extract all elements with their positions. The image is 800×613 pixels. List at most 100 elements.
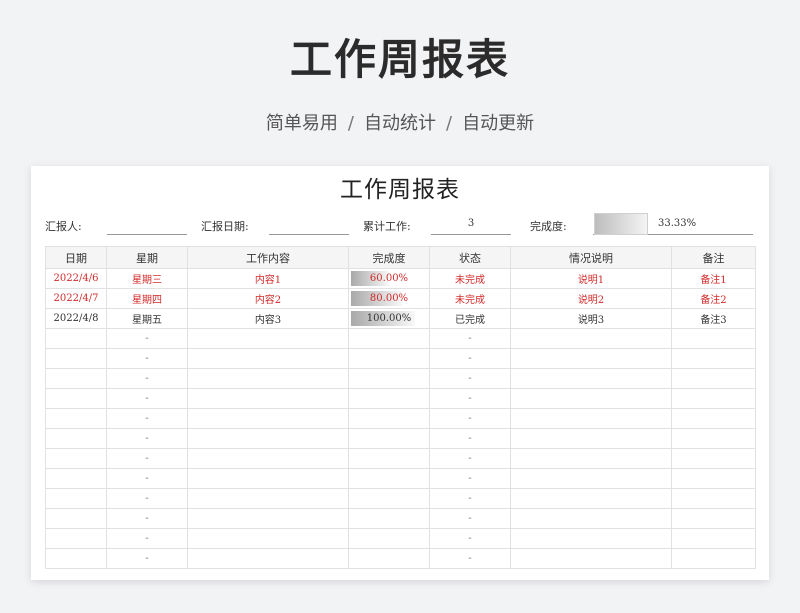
empty-cell[interactable]: - [106,328,188,349]
cell-completion[interactable]: 80.00% [348,288,430,309]
empty-cell[interactable]: - [429,448,511,469]
cell-status[interactable]: 未完成 [429,288,511,309]
empty-cell[interactable] [348,348,430,369]
empty-cell[interactable]: - [106,508,188,529]
empty-cell[interactable] [671,348,756,369]
empty-cell[interactable] [187,488,349,509]
empty-cell[interactable] [348,388,430,409]
total-field[interactable]: 3 [431,214,511,235]
cell-content[interactable]: 内容3 [187,308,349,329]
empty-cell[interactable] [45,488,107,509]
empty-cell[interactable] [187,368,349,389]
empty-cell[interactable]: - [429,408,511,429]
empty-cell[interactable]: - [429,388,511,409]
empty-cell[interactable] [45,548,107,569]
cell-note[interactable]: 备注2 [671,288,756,309]
empty-cell[interactable] [348,528,430,549]
empty-cell[interactable]: - [429,508,511,529]
empty-cell[interactable] [671,448,756,469]
empty-cell[interactable] [671,508,756,529]
empty-cell[interactable] [510,448,672,469]
empty-cell[interactable] [45,508,107,529]
empty-cell[interactable]: - [106,428,188,449]
empty-cell[interactable] [45,428,107,449]
cell-weekday[interactable]: 星期五 [106,308,188,329]
empty-cell[interactable] [510,548,672,569]
empty-cell[interactable] [187,448,349,469]
empty-cell[interactable]: - [429,368,511,389]
cell-description[interactable]: 说明1 [510,268,672,289]
empty-cell[interactable] [510,508,672,529]
cell-note[interactable]: 备注1 [671,268,756,289]
empty-cell[interactable]: - [106,408,188,429]
empty-cell[interactable] [187,428,349,449]
empty-cell[interactable] [187,388,349,409]
empty-cell[interactable]: - [106,348,188,369]
empty-cell[interactable] [45,388,107,409]
empty-cell[interactable] [671,548,756,569]
empty-cell[interactable] [348,408,430,429]
cell-completion[interactable]: 100.00% [348,308,430,329]
empty-cell[interactable]: - [429,528,511,549]
empty-cell[interactable] [348,328,430,349]
empty-cell[interactable]: - [429,348,511,369]
empty-cell[interactable] [671,388,756,409]
empty-cell[interactable]: - [106,528,188,549]
empty-cell[interactable] [510,388,672,409]
empty-cell[interactable] [510,468,672,489]
empty-cell[interactable]: - [106,488,188,509]
cell-status[interactable]: 未完成 [429,268,511,289]
cell-status[interactable]: 已完成 [429,308,511,329]
empty-cell[interactable]: - [106,368,188,389]
empty-cell[interactable] [45,368,107,389]
empty-cell[interactable] [510,328,672,349]
empty-cell[interactable] [348,368,430,389]
cell-description[interactable]: 说明3 [510,308,672,329]
empty-cell[interactable] [187,348,349,369]
empty-cell[interactable] [45,348,107,369]
empty-cell[interactable]: - [429,488,511,509]
empty-cell[interactable] [187,408,349,429]
empty-cell[interactable] [510,488,672,509]
empty-cell[interactable]: - [429,328,511,349]
empty-cell[interactable] [187,528,349,549]
empty-cell[interactable]: - [429,468,511,489]
empty-cell[interactable] [45,468,107,489]
empty-cell[interactable] [510,348,672,369]
cell-completion[interactable]: 60.00% [348,268,430,289]
empty-cell[interactable] [671,408,756,429]
empty-cell[interactable]: - [106,388,188,409]
empty-cell[interactable] [45,448,107,469]
empty-cell[interactable] [510,408,672,429]
empty-cell[interactable] [671,528,756,549]
empty-cell[interactable] [510,528,672,549]
empty-cell[interactable] [348,488,430,509]
cell-note[interactable]: 备注3 [671,308,756,329]
empty-cell[interactable] [187,508,349,529]
empty-cell[interactable] [510,428,672,449]
empty-cell[interactable] [671,328,756,349]
empty-cell[interactable] [45,528,107,549]
cell-weekday[interactable]: 星期三 [106,268,188,289]
empty-cell[interactable] [671,488,756,509]
cell-weekday[interactable]: 星期四 [106,288,188,309]
empty-cell[interactable] [510,368,672,389]
date-field[interactable] [269,214,349,235]
empty-cell[interactable] [348,508,430,529]
empty-cell[interactable] [348,468,430,489]
empty-cell[interactable]: - [429,548,511,569]
empty-cell[interactable]: - [429,428,511,449]
empty-cell[interactable] [187,328,349,349]
cell-date[interactable]: 2022/4/7 [45,288,107,309]
cell-date[interactable]: 2022/4/6 [45,268,107,289]
empty-cell[interactable]: - [106,448,188,469]
cell-content[interactable]: 内容2 [187,288,349,309]
cell-date[interactable]: 2022/4/8 [45,308,107,329]
empty-cell[interactable]: - [106,468,188,489]
empty-cell[interactable] [348,428,430,449]
empty-cell[interactable] [45,328,107,349]
empty-cell[interactable] [187,468,349,489]
empty-cell[interactable] [671,468,756,489]
empty-cell[interactable] [671,368,756,389]
empty-cell[interactable] [671,428,756,449]
